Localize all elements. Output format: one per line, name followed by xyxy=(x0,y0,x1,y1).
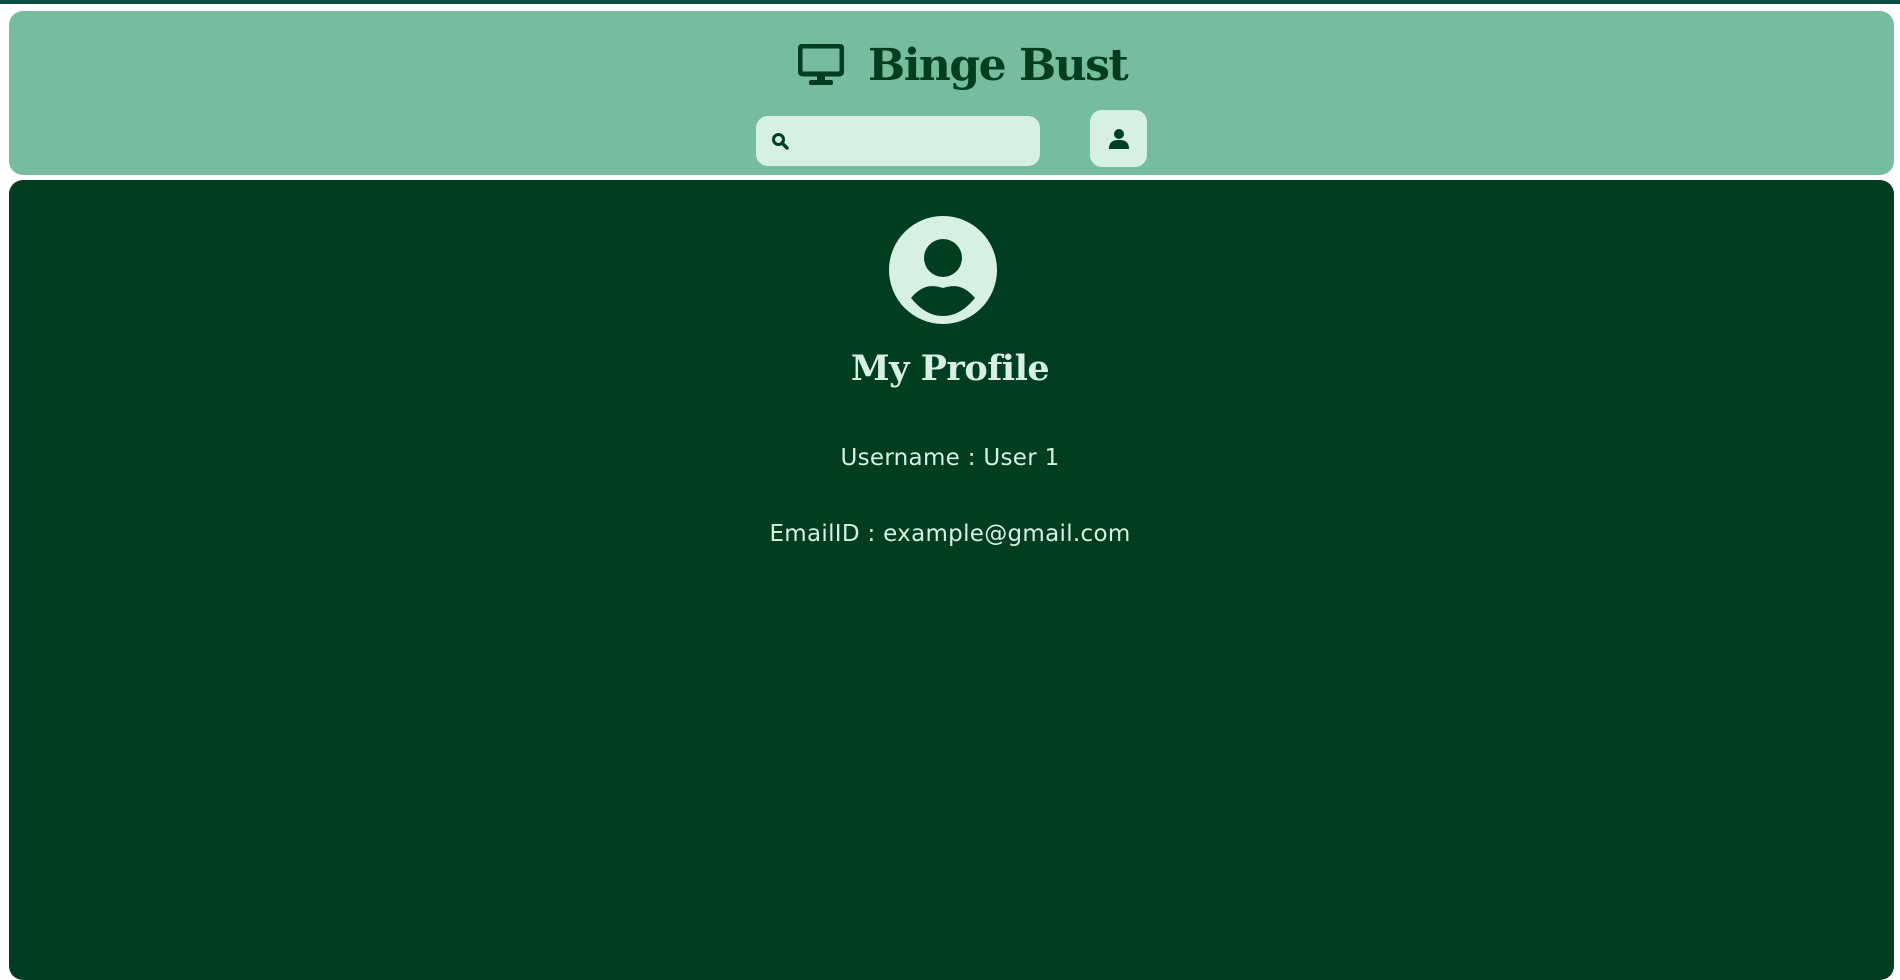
brand-title: Binge Bust xyxy=(868,39,1129,91)
search-icon xyxy=(772,133,789,150)
profile-title: My Profile xyxy=(850,348,1050,389)
user-icon xyxy=(1108,128,1129,149)
user-circle-icon xyxy=(889,216,997,324)
email-text: EmailID : example@gmail.com xyxy=(769,521,1131,547)
user-profile-button[interactable] xyxy=(1090,110,1147,167)
top-accent-line xyxy=(0,0,1900,4)
monitor-icon xyxy=(798,44,844,85)
brand[interactable]: Binge Bust xyxy=(798,30,1129,100)
search-box[interactable] xyxy=(756,115,1040,167)
search-input[interactable] xyxy=(799,115,1040,167)
username-text: Username : User 1 xyxy=(840,445,1060,471)
